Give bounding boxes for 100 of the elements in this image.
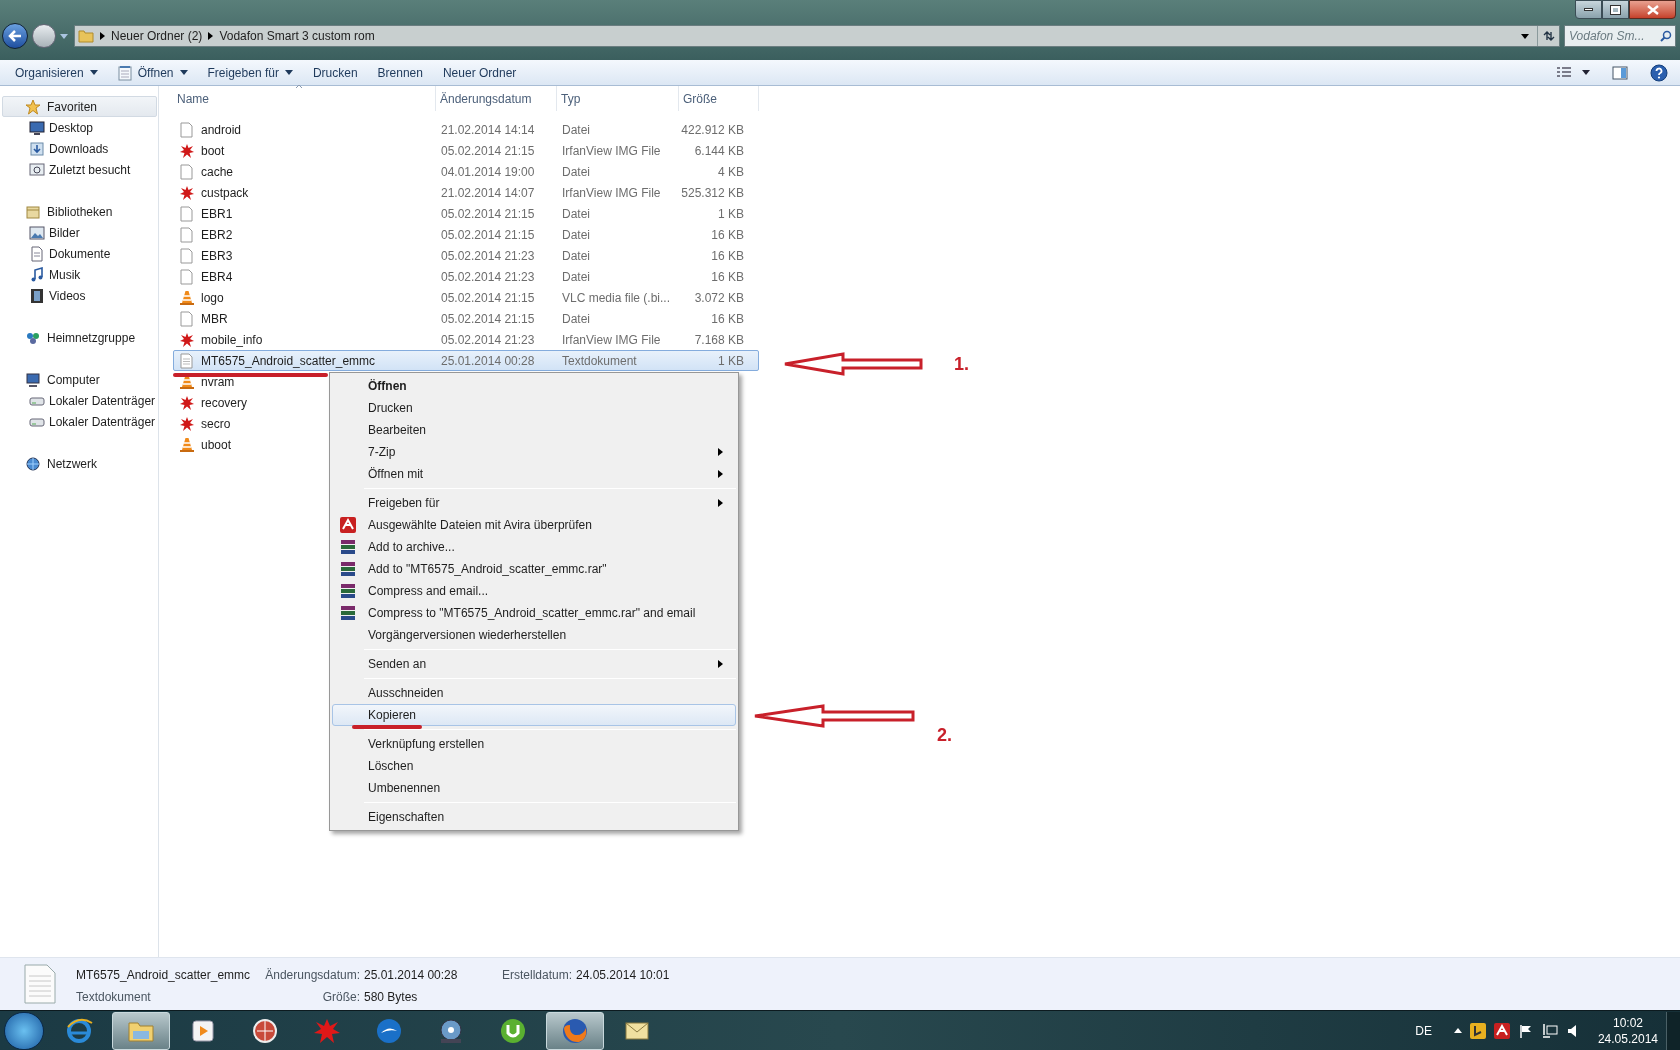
menu-item[interactable]: Ausgewählte Dateien mit Avira überprüfen xyxy=(332,514,736,536)
back-button[interactable] xyxy=(2,23,28,49)
start-button[interactable] xyxy=(4,1011,44,1050)
show-desktop-button[interactable] xyxy=(1666,1011,1680,1050)
toolbar-button[interactable]: Freigeben für xyxy=(198,61,302,84)
column-header[interactable]: Größe xyxy=(679,86,759,111)
file-row[interactable]: EBR3 05.02.2014 21:23 Datei 16 KB xyxy=(173,245,759,266)
menu-item[interactable]: Ausschneiden xyxy=(332,682,736,704)
sidebar-item[interactable]: Lokaler Datenträger xyxy=(1,390,157,411)
taskbar-app[interactable] xyxy=(546,1011,604,1050)
file-row[interactable]: MBR 05.02.2014 21:15 Datei 16 KB xyxy=(173,308,759,329)
table-cell-text: 7.168 KB xyxy=(693,331,744,349)
toolbar-button[interactable]: Organisieren xyxy=(6,61,107,84)
table-cell-text: VLC media file (.bi... xyxy=(561,289,672,307)
file-name: MT6575_Android_scatter_emmc xyxy=(201,352,376,370)
back-arrow-icon xyxy=(8,30,22,42)
file-row[interactable]: android 21.02.2014 14:14 Datei 422.912 KB xyxy=(173,119,759,140)
menu-item[interactable]: Add to archive... xyxy=(332,536,736,558)
sidebar-item[interactable]: Netzwerk xyxy=(2,453,157,474)
sidebar-item[interactable]: Bilder xyxy=(1,222,157,243)
toolbar-button[interactable]: Brennen xyxy=(368,61,432,84)
file-row[interactable]: mobile_info 05.02.2014 21:23 IrfanView IMG File 7.168 KB xyxy=(173,329,759,350)
taskbar-app[interactable] xyxy=(112,1011,170,1050)
file-row[interactable]: EBR1 05.02.2014 21:15 Datei 1 KB xyxy=(173,203,759,224)
table-cell-text: Datei xyxy=(561,268,591,286)
menu-item[interactable]: Senden an xyxy=(332,653,736,675)
breadcrumb[interactable]: Neuer Ordner (2) xyxy=(111,27,203,45)
sidebar-item[interactable]: Computer xyxy=(2,369,157,390)
menu-item[interactable]: Löschen xyxy=(332,755,736,777)
search-icon[interactable] xyxy=(1660,30,1672,42)
menu-item[interactable]: Bearbeiten xyxy=(332,419,736,441)
file-row[interactable]: MT6575_Android_scatter_emmc 25.01.2014 00:28 Textdokument 1 KB xyxy=(173,350,759,371)
clock-time[interactable]: 10:02 xyxy=(1612,1014,1643,1031)
toolbar-button[interactable]: Neuer Ordner xyxy=(433,61,526,84)
preview-pane-icon[interactable] xyxy=(1612,65,1628,80)
file-row[interactable]: logo 05.02.2014 21:15 VLC media file (.bi... 3.072 KB xyxy=(173,287,759,308)
caret-icon[interactable] xyxy=(1453,1028,1462,1033)
menu-item[interactable]: Compress to "MT6575_Android_scatter_emmc.rar" and email xyxy=(332,602,736,624)
column-header[interactable]: Typ xyxy=(557,86,679,111)
dropdown-icon[interactable] xyxy=(1521,33,1529,39)
file-row[interactable]: secro xyxy=(173,413,323,434)
file-row[interactable]: uboot xyxy=(173,434,323,455)
menu-item[interactable]: 7-Zip xyxy=(332,441,736,463)
flag-icon[interactable] xyxy=(1517,1022,1534,1039)
menu-item[interactable]: Drucken xyxy=(332,397,736,419)
menu-item[interactable]: Verknüpfung erstellen xyxy=(332,733,736,755)
menu-item[interactable]: Add to "MT6575_Android_scatter_emmc.rar" xyxy=(332,558,736,580)
language-indicator[interactable]: DE xyxy=(1415,1021,1432,1040)
file-row[interactable]: EBR2 05.02.2014 21:15 Datei 16 KB xyxy=(173,224,759,245)
help-icon[interactable] xyxy=(1650,63,1668,82)
menu-item[interactable]: Öffnen mit xyxy=(332,463,736,485)
sidebar-item[interactable]: Downloads xyxy=(1,138,157,159)
splat-icon xyxy=(179,415,195,432)
file-row[interactable]: cache 04.01.2014 19:00 Datei 4 KB xyxy=(173,161,759,182)
menu-item[interactable]: Umbenennen xyxy=(332,777,736,799)
books-icon xyxy=(340,605,356,621)
close-button[interactable] xyxy=(1629,0,1676,19)
minimize-button[interactable] xyxy=(1575,0,1602,19)
sidebar-item[interactable]: Zuletzt besucht xyxy=(1,159,157,180)
menu-item[interactable]: Vorgängerversionen wiederherstellen xyxy=(332,624,736,646)
sidebar-item[interactable]: Lokaler Datenträger xyxy=(1,411,157,432)
menu-item[interactable]: Öffnen xyxy=(332,375,736,397)
address-bar[interactable]: Neuer Ordner (2) Vodafon Smart 3 custom rom xyxy=(74,25,1560,47)
chevron-icon[interactable] xyxy=(208,32,214,40)
menu-item[interactable]: Compress and email... xyxy=(332,580,736,602)
forward-button[interactable] xyxy=(32,24,56,48)
sidebar-item[interactable]: Favoriten xyxy=(2,96,157,117)
sidebar-item[interactable]: Heimnetzgruppe xyxy=(2,327,157,348)
menu-item[interactable]: Freigeben für xyxy=(332,492,736,514)
sort-indicator-icon xyxy=(295,84,303,89)
breadcrumb[interactable]: Vodafon Smart 3 custom rom xyxy=(219,27,375,45)
network-icon[interactable] xyxy=(1541,1022,1558,1039)
file-row[interactable]: custpack 21.02.2014 14:07 IrfanView IMG File 525.312 KB xyxy=(173,182,759,203)
caret-icon[interactable] xyxy=(1582,70,1590,75)
refresh-icon[interactable] xyxy=(1541,30,1556,42)
search-field[interactable]: Vodafon Sm... xyxy=(1564,25,1676,47)
sidebar-item[interactable]: Dokumente xyxy=(1,243,157,264)
tray-app-icon[interactable] xyxy=(1469,1022,1486,1039)
toolbar-button[interactable]: Drucken xyxy=(303,61,367,84)
toolbar-button[interactable]: Öffnen xyxy=(108,61,197,84)
file-row[interactable]: boot 05.02.2014 21:15 IrfanView IMG File 6.144 KB xyxy=(173,140,759,161)
table-cell-text: 1 KB xyxy=(717,205,744,223)
view-options-icon[interactable] xyxy=(1556,66,1572,79)
tray-app-icon[interactable] xyxy=(1493,1022,1510,1039)
history-dropdown-icon[interactable] xyxy=(60,31,70,41)
menu-item[interactable]: Kopieren xyxy=(332,704,736,726)
column-header[interactable]: Änderungsdatum xyxy=(436,86,557,111)
sidebar-item[interactable]: Bibliotheken xyxy=(2,201,157,222)
file-row[interactable]: recovery xyxy=(173,392,323,413)
table-cell-text: 16 KB xyxy=(710,268,744,286)
file-row[interactable]: EBR4 05.02.2014 21:23 Datei 16 KB xyxy=(173,266,759,287)
sidebar-item[interactable]: Videos xyxy=(1,285,157,306)
sidebar-item[interactable]: Desktop xyxy=(1,117,157,138)
clock-date[interactable]: 24.05.2014 xyxy=(1597,1030,1658,1047)
chevron-icon[interactable] xyxy=(100,32,105,40)
column-header[interactable]: Name xyxy=(173,86,436,111)
menu-item[interactable]: Eigenschaften xyxy=(332,806,736,828)
sidebar-item[interactable]: Musik xyxy=(1,264,157,285)
traffic-cone-icon xyxy=(179,436,195,453)
restore-button[interactable] xyxy=(1602,0,1629,19)
